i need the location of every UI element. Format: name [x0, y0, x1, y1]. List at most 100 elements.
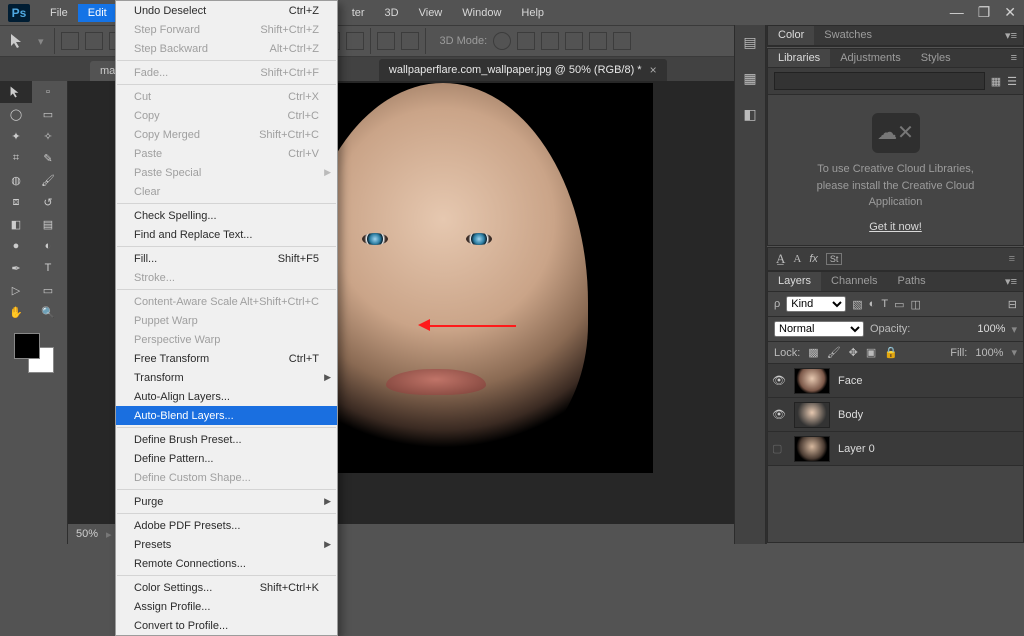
dodge-tool-icon[interactable]: ◐	[32, 235, 64, 257]
layer-row[interactable]: ▢ Layer 0	[768, 432, 1023, 466]
menu-view[interactable]: View	[409, 4, 453, 22]
window-close[interactable]: ✕	[1004, 4, 1016, 21]
lock-paint-icon[interactable]: 🖌	[827, 346, 841, 359]
edit-menu-item[interactable]: Define Brush Preset...	[116, 430, 337, 449]
marquee-tool-icon[interactable]: ▭	[32, 103, 64, 125]
move-tool-icon[interactable]	[4, 30, 32, 52]
edit-menu-item[interactable]: Auto-Blend Layers...	[116, 406, 337, 425]
edit-menu-item[interactable]: Presets▶	[116, 535, 337, 554]
menu-edit[interactable]: Edit	[78, 4, 117, 22]
gradient-tool-icon[interactable]: ▤	[32, 213, 64, 235]
list-view-icon[interactable]: ☰	[1007, 75, 1017, 88]
clone-stamp-tool-icon[interactable]: ⧈	[0, 191, 32, 213]
layer-name[interactable]: Layer 0	[838, 443, 875, 455]
eyedropper-tool-icon[interactable]: ✎	[32, 147, 64, 169]
history-panel-icon[interactable]: ▤	[739, 31, 761, 53]
magic-wand-tool-icon[interactable]: ✧	[32, 125, 64, 147]
st-icon[interactable]: St	[826, 253, 843, 265]
edit-menu-item[interactable]: Check Spelling...	[116, 206, 337, 225]
path-select-tool-icon[interactable]: ▷	[0, 279, 32, 301]
distribute-group-2[interactable]	[377, 32, 419, 50]
styles-tab[interactable]: Styles	[911, 49, 961, 67]
grid-view-icon[interactable]: ▦	[991, 75, 1001, 88]
lasso-tool-icon[interactable]: ◯	[0, 103, 32, 125]
filter-shape-icon[interactable]: ▭	[894, 298, 904, 311]
brush-tool-icon[interactable]: 🖌	[32, 169, 64, 191]
channels-tab[interactable]: Channels	[821, 272, 887, 291]
blend-mode-select[interactable]: Normal	[774, 321, 864, 337]
edit-menu-item[interactable]: Assign Profile...	[116, 597, 337, 616]
foreground-background-swatch[interactable]	[14, 333, 54, 373]
adjustments-tab[interactable]: Adjustments	[830, 49, 911, 67]
pen-tool-icon[interactable]: ✒	[0, 257, 32, 279]
crop-tool-icon[interactable]: ⌗	[0, 147, 32, 169]
artboard-tool-icon[interactable]: ▫	[32, 81, 64, 103]
lock-artboard-icon[interactable]: ▣	[866, 346, 876, 359]
3d-mode-icons[interactable]	[493, 32, 631, 50]
eraser-tool-icon[interactable]: ◧	[0, 213, 32, 235]
type-tool-icon[interactable]: T	[32, 257, 64, 279]
char-A2-icon[interactable]: A	[793, 253, 801, 265]
filter-type-icon[interactable]: T	[881, 298, 888, 310]
filter-smart-icon[interactable]: ◫	[910, 298, 920, 311]
edit-menu-item[interactable]: Remote Connections...	[116, 554, 337, 573]
fill-value[interactable]: 100%	[975, 347, 1003, 359]
get-it-now-link[interactable]: Get it now!	[778, 219, 1013, 236]
layer-thumbnail[interactable]	[794, 402, 830, 428]
layer-thumbnail[interactable]	[794, 436, 830, 462]
layer-row[interactable]: 👁 Face	[768, 364, 1023, 398]
doc-tab-2[interactable]: wallpaperflare.com_wallpaper.jpg @ 50% (…	[379, 59, 667, 81]
shape-tool-icon[interactable]: ▭	[32, 279, 64, 301]
edit-menu-item[interactable]: Define Pattern...	[116, 449, 337, 468]
color-tab[interactable]: Color	[768, 26, 814, 45]
layers-tab[interactable]: Layers	[768, 272, 821, 291]
close-icon[interactable]: ×	[650, 63, 657, 77]
filter-toggle[interactable]: ⊟	[1008, 298, 1017, 311]
zoom-level[interactable]: 50%	[76, 528, 98, 540]
quick-select-tool-icon[interactable]: ✦	[0, 125, 32, 147]
blur-tool-icon[interactable]: ●	[0, 235, 32, 257]
edit-menu-item[interactable]: Auto-Align Layers...	[116, 387, 337, 406]
edit-menu-item[interactable]: Purge▶	[116, 492, 337, 511]
panel-menu-icon[interactable]: ▾≡	[999, 26, 1023, 45]
visibility-toggle[interactable]: 👁	[772, 374, 786, 387]
menu-window[interactable]: Window	[452, 4, 511, 22]
char-A-icon[interactable]: A̲	[776, 251, 785, 267]
edit-menu-item[interactable]: Fill...Shift+F5	[116, 249, 337, 268]
edit-menu-item[interactable]: Adobe PDF Presets...	[116, 516, 337, 535]
layer-name[interactable]: Face	[838, 375, 862, 387]
edit-menu-item[interactable]: Convert to Profile...	[116, 616, 337, 635]
opacity-value[interactable]: 100%	[977, 323, 1005, 335]
edit-menu-item[interactable]: Color Settings...Shift+Ctrl+K	[116, 578, 337, 597]
menu-help[interactable]: Help	[511, 4, 554, 22]
lock-transparent-icon[interactable]: ▩	[808, 346, 818, 359]
layer-thumbnail[interactable]	[794, 368, 830, 394]
swatches-tab[interactable]: Swatches	[814, 26, 882, 45]
properties-panel-icon[interactable]: ◧	[739, 103, 761, 125]
edit-menu-item[interactable]: Undo DeselectCtrl+Z	[116, 1, 337, 20]
menu-file[interactable]: File	[40, 4, 78, 22]
spot-heal-tool-icon[interactable]: ◍	[0, 169, 32, 191]
layer-name[interactable]: Body	[838, 409, 863, 421]
panel-menu-icon[interactable]: ▾≡	[999, 272, 1023, 291]
layer-filter-kind[interactable]: Kind	[786, 296, 846, 312]
edit-menu-item[interactable]: Find and Replace Text...	[116, 225, 337, 244]
actions-panel-icon[interactable]: ▦	[739, 67, 761, 89]
menu-filter-clipped[interactable]: ter	[342, 4, 375, 22]
hand-tool-icon[interactable]: ✋	[0, 301, 32, 323]
layer-row[interactable]: 👁 Body	[768, 398, 1023, 432]
visibility-toggle[interactable]: ▢	[772, 442, 786, 455]
panel-menu-icon[interactable]: ≡	[1005, 49, 1023, 67]
menu-3d[interactable]: 3D	[375, 4, 409, 22]
window-maximize[interactable]: ❐	[978, 4, 991, 21]
window-minimize[interactable]: —	[950, 4, 964, 21]
libraries-tab[interactable]: Libraries	[768, 49, 830, 67]
library-picker[interactable]	[774, 72, 985, 90]
edit-menu-item[interactable]: Free TransformCtrl+T	[116, 349, 337, 368]
lock-all-icon[interactable]: 🔒	[884, 346, 898, 359]
zoom-tool-icon[interactable]: 🔍	[32, 301, 64, 323]
paths-tab[interactable]: Paths	[888, 272, 936, 291]
move-tool-icon[interactable]	[0, 81, 32, 103]
lock-position-icon[interactable]: ✥	[849, 346, 858, 359]
filter-pixel-icon[interactable]: ▧	[852, 298, 862, 311]
